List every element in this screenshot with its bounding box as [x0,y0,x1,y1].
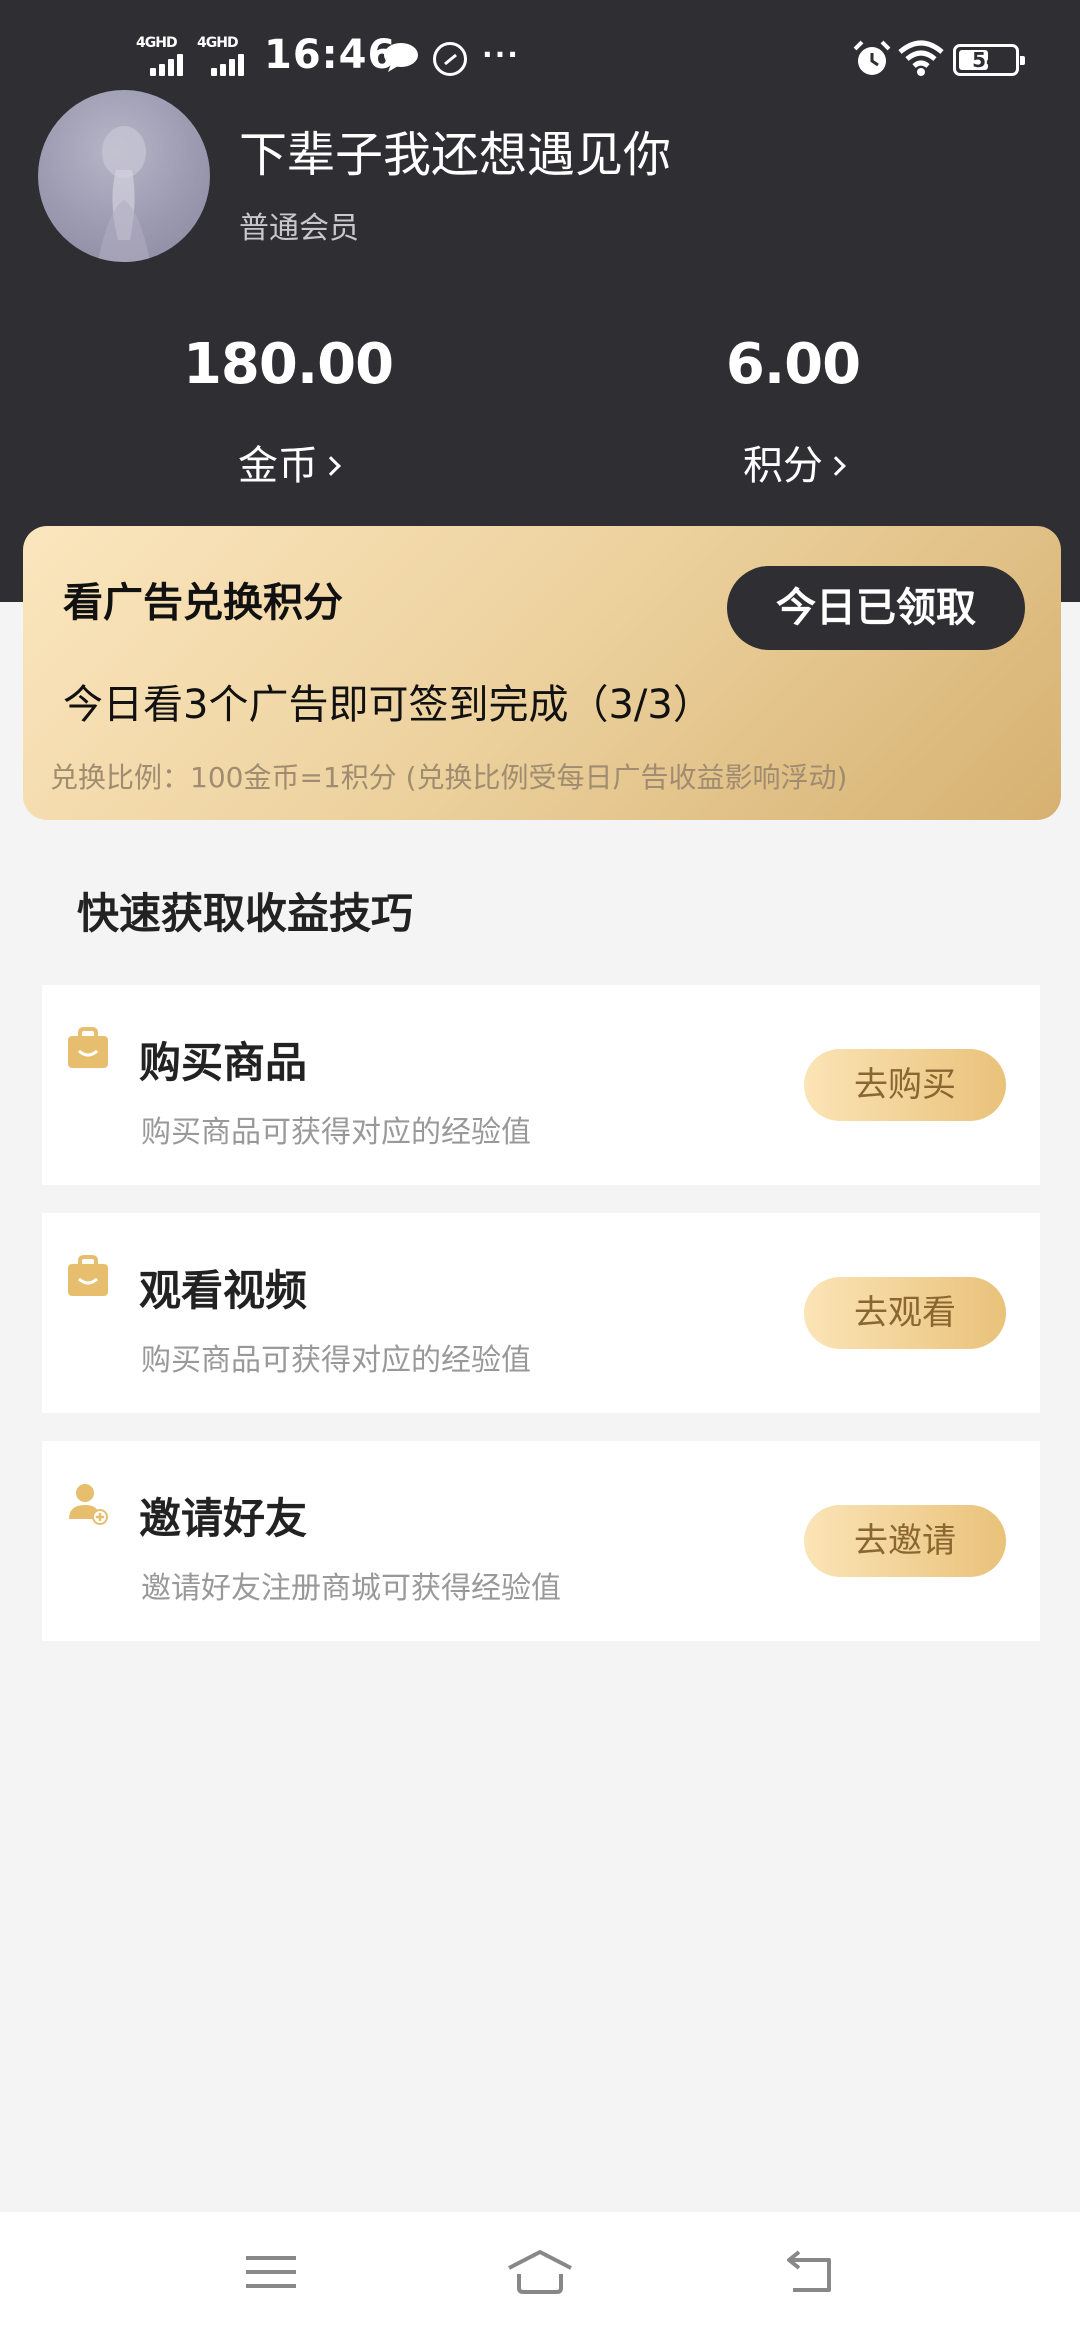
task-desc: 购买商品可获得对应的经验值 [141,1115,531,1150]
menu-icon[interactable] [236,2242,306,2302]
shopping-bag-icon [68,1255,108,1296]
more-notifications-icon: ··· [482,38,520,71]
task-invite-friends: 邀请好友 邀请好友注册商城可获得经验值 去邀请 [42,1441,1040,1641]
points-stat[interactable]: 6.00 积分 [643,332,943,491]
status-bar: 4GHD 4GHD 16:46 ··· 54 [0,0,1080,90]
username: 下辈子我还想遇见你 [239,127,672,183]
go-invite-button[interactable]: 去邀请 [804,1505,1006,1577]
task-title: 观看视频 [139,1266,308,1315]
message-icon [384,43,418,72]
shopping-bag-icon [68,1027,108,1068]
back-icon[interactable] [775,2242,845,2302]
task-title: 邀请好友 [139,1494,308,1543]
claimed-today-button[interactable]: 今日已领取 [727,566,1025,650]
battery-icon: 54 [953,44,1025,76]
ad-card-title: 看广告兑换积分 [63,580,343,626]
task-watch-video: 观看视频 购买商品可获得对应的经验值 去观看 [42,1213,1040,1413]
alarm-icon [853,40,891,75]
coins-link[interactable]: 金币 [138,433,438,491]
wifi-icon [898,40,944,76]
go-watch-button[interactable]: 去观看 [804,1277,1006,1349]
avatar[interactable] [38,90,210,262]
section-title: 快速获取收益技巧 [77,889,414,938]
task-desc: 邀请好友注册商城可获得经验值 [141,1571,561,1606]
chevron-right-icon [321,456,341,476]
coins-value: 180.00 [182,332,394,397]
points-value: 6.00 [725,332,861,397]
avatar-image [98,126,150,262]
go-buy-button[interactable]: 去购买 [804,1049,1006,1121]
task-desc: 购买商品可获得对应的经验值 [141,1343,531,1378]
chevron-right-icon [826,456,846,476]
clock: 16:46 [264,32,397,78]
member-level: 普通会员 [239,211,359,246]
add-friend-icon [69,1484,108,1525]
ad-exchange-card: 看广告兑换积分 今日已领取 今日看3个广告即可签到完成（3/3） 兑换比例：10… [23,526,1061,820]
profile-header: 4GHD 4GHD 16:46 ··· 54 下辈子我还想遇见你 普通会员 18… [0,0,1080,602]
points-link[interactable]: 积分 [643,433,943,491]
coins-stat[interactable]: 180.00 金币 [138,332,438,491]
exchange-rate-note: 兑换比例：100金币=1积分 (兑换比例受每日广告收益影响浮动) [50,761,848,794]
speed-gauge-icon [433,42,467,76]
task-buy-goods: 购买商品 购买商品可获得对应的经验值 去购买 [42,985,1040,1185]
system-nav-bar [0,2212,1080,2340]
ad-card-progress: 今日看3个广告即可签到完成（3/3） [63,682,713,728]
task-title: 购买商品 [139,1038,308,1087]
home-icon[interactable] [505,2242,575,2302]
